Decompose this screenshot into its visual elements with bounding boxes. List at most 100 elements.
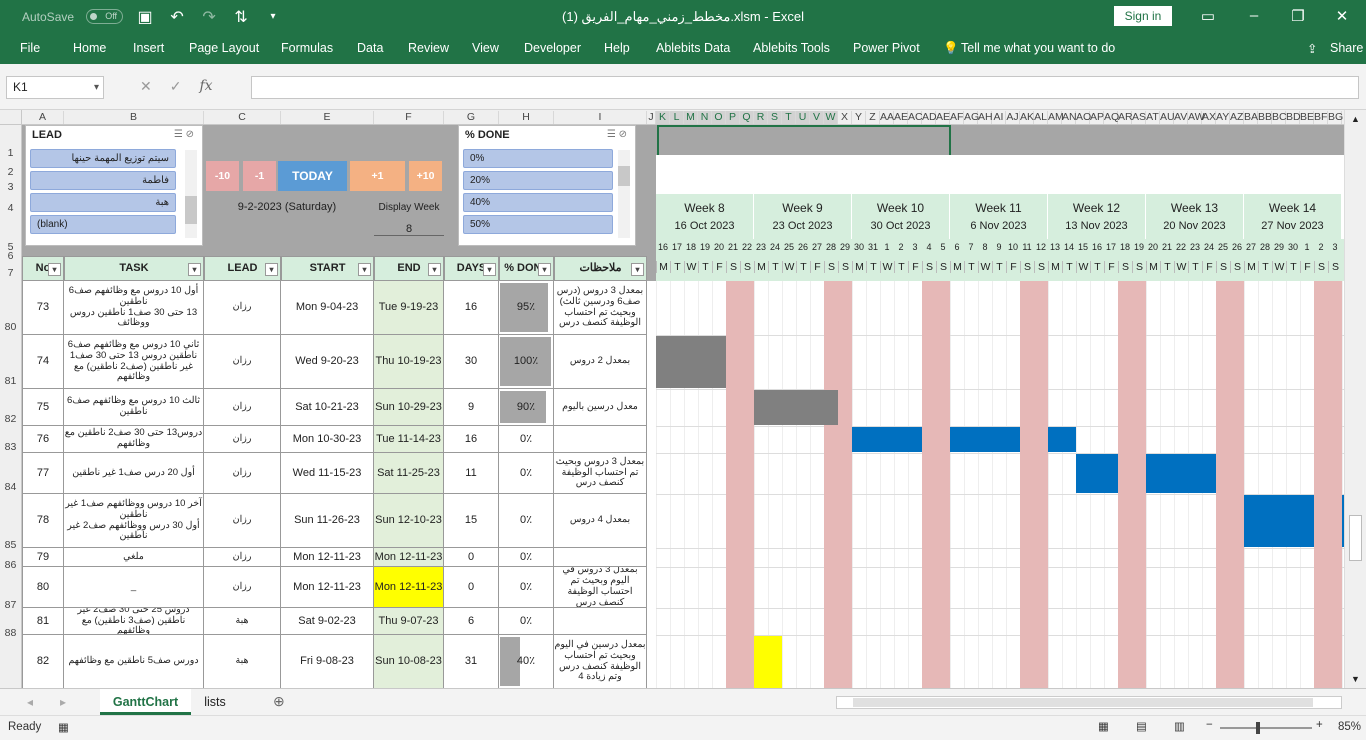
cell-notes[interactable] [554, 608, 647, 635]
tab-data[interactable]: Data [357, 41, 383, 55]
column-header[interactable]: O [712, 111, 726, 124]
cell-no[interactable]: 79 [22, 548, 64, 567]
header-done[interactable]: % DONE ▾ [499, 256, 554, 281]
cell-done[interactable]: 0٪ [499, 453, 554, 494]
filter-dropdown-icon[interactable]: ▾ [265, 263, 278, 276]
today-button[interactable]: TODAY [278, 161, 347, 191]
column-header[interactable]: AR [1118, 111, 1133, 124]
vertical-scroll-thumb[interactable] [1349, 515, 1362, 561]
tab-view[interactable]: View [472, 41, 499, 55]
column-header[interactable]: BC [1272, 111, 1287, 124]
cell-end[interactable]: Sun 10-08-23 [374, 635, 444, 688]
column-header[interactable]: AT [1146, 111, 1160, 124]
cell-task[interactable]: أول 10 دروس مع وظائفهم صف6 ناطقين 13 حتى… [64, 281, 204, 335]
cell-notes[interactable]: معدل درسين باليوم [554, 389, 647, 426]
cell-no[interactable]: 73 [22, 281, 64, 335]
minimize-icon[interactable]: – [1244, 7, 1264, 24]
filter-dropdown-icon[interactable]: ▾ [483, 263, 496, 276]
column-header[interactable]: AN [1062, 111, 1077, 124]
cell-end[interactable]: Tue 9-19-23 [374, 281, 444, 335]
cell-done[interactable]: 40٪ [499, 635, 554, 688]
column-header[interactable]: S [768, 111, 782, 124]
column-header[interactable]: AH [978, 111, 993, 124]
cell-task[interactable]: دورس صف5 ناطقين مع وظائفهم [64, 635, 204, 688]
customize-qat-icon[interactable]: ▾ [263, 11, 283, 22]
select-all-corner[interactable] [0, 110, 22, 125]
row-header[interactable]: 4 [0, 202, 21, 214]
column-header[interactable]: N [698, 111, 712, 124]
cell-start[interactable]: Sat 10-21-23 [281, 389, 374, 426]
cancel-icon[interactable]: ✕ [140, 78, 152, 95]
tab-insert[interactable]: Insert [133, 41, 164, 55]
slicer-item[interactable]: فاطمة [30, 171, 176, 190]
cell-days[interactable]: 30 [444, 335, 499, 389]
header-start[interactable]: START ▾ [281, 256, 374, 281]
header-no[interactable]: No ▾ [22, 256, 64, 281]
back-1-button[interactable]: -1 [243, 161, 276, 191]
header-lead[interactable]: LEAD ▾ [204, 256, 281, 281]
cell-end[interactable]: Mon 12-11-23 [374, 548, 444, 567]
column-header[interactable]: E [281, 111, 374, 124]
cell-done[interactable]: 0٪ [499, 608, 554, 635]
slicer-item[interactable]: 50% [463, 215, 613, 234]
gantt-bar[interactable] [1076, 454, 1230, 493]
slicer-scrollbar[interactable] [618, 150, 630, 238]
column-header[interactable]: X [838, 111, 852, 124]
slicer-item[interactable]: 20% [463, 171, 613, 190]
column-header[interactable]: AW [1188, 111, 1205, 124]
row-header[interactable]: 80 [0, 321, 21, 333]
cell-notes[interactable]: بمعدل درسين في اليوم وبحيث تم احتساب الو… [554, 635, 647, 688]
column-header[interactable]: F [374, 111, 444, 124]
column-header[interactable]: AI [992, 111, 1006, 124]
vertical-scrollbar[interactable]: ▲ ▼ [1344, 110, 1366, 688]
tab-home[interactable]: Home [73, 41, 106, 55]
cell-end[interactable]: Thu 10-19-23 [374, 335, 444, 389]
filter-dropdown-icon[interactable]: ▾ [48, 263, 61, 276]
column-header[interactable]: U [796, 111, 810, 124]
cell-no[interactable]: 78 [22, 494, 64, 548]
cell-no[interactable]: 76 [22, 426, 64, 453]
filter-dropdown-icon[interactable]: ▾ [358, 263, 371, 276]
column-header[interactable]: M [684, 111, 698, 124]
cell-task[interactable]: دروس13 حتى 30 صف2 ناطقين مع وظائفهم [64, 426, 204, 453]
sign-in-button[interactable]: Sign in [1114, 6, 1172, 26]
cell-end[interactable]: Thu 9-07-23 [374, 608, 444, 635]
column-header[interactable]: AE [894, 111, 908, 124]
horizontal-scroll-thumb[interactable] [853, 698, 1313, 707]
cell-lead[interactable]: رزان [204, 494, 281, 548]
filter-dropdown-icon[interactable]: ▾ [538, 263, 551, 276]
cell-lead[interactable]: رزان [204, 453, 281, 494]
column-header[interactable]: R [754, 111, 768, 124]
row-header[interactable]: 3 [0, 181, 21, 193]
cell-lead[interactable]: رزان [204, 281, 281, 335]
enter-icon[interactable]: ✓ [170, 78, 182, 95]
column-header[interactable]: AZ [1230, 111, 1244, 124]
slicer-item[interactable]: سيتم توزيع المهمة حينها [30, 149, 176, 168]
multiselect-clear-icons[interactable]: ☰ ⊘ [174, 129, 194, 140]
column-header[interactable]: AV [1174, 111, 1188, 124]
cell-end[interactable]: Mon 12-11-23 [374, 567, 444, 608]
cell-done[interactable]: 100٪ [499, 335, 554, 389]
cell-done[interactable]: 0٪ [499, 426, 554, 453]
cell-start[interactable]: Mon 12-11-23 [281, 548, 374, 567]
page-break-view-icon[interactable]: ▥ [1174, 719, 1185, 733]
column-header[interactable]: P [726, 111, 740, 124]
cell-start[interactable]: Mon 10-30-23 [281, 426, 374, 453]
name-box[interactable]: K1 [6, 76, 104, 99]
column-header[interactable]: BB [1258, 111, 1272, 124]
cell-start[interactable]: Mon 9-04-23 [281, 281, 374, 335]
column-header[interactable]: T [782, 111, 796, 124]
cell-done[interactable]: 0٪ [499, 494, 554, 548]
cell-no[interactable]: 81 [22, 608, 64, 635]
cell-notes[interactable] [554, 426, 647, 453]
column-header[interactable]: V [810, 111, 824, 124]
column-header[interactable]: W [824, 111, 838, 124]
cell-days[interactable]: 6 [444, 608, 499, 635]
undo-icon[interactable]: ↶ [167, 7, 187, 27]
tab-file[interactable]: File [20, 41, 40, 55]
cell-no[interactable]: 77 [22, 453, 64, 494]
tab-formulas[interactable]: Formulas [281, 41, 333, 55]
cell-days[interactable]: 9 [444, 389, 499, 426]
save-icon[interactable]: ▣ [135, 7, 155, 27]
tab-developer[interactable]: Developer [524, 41, 581, 55]
